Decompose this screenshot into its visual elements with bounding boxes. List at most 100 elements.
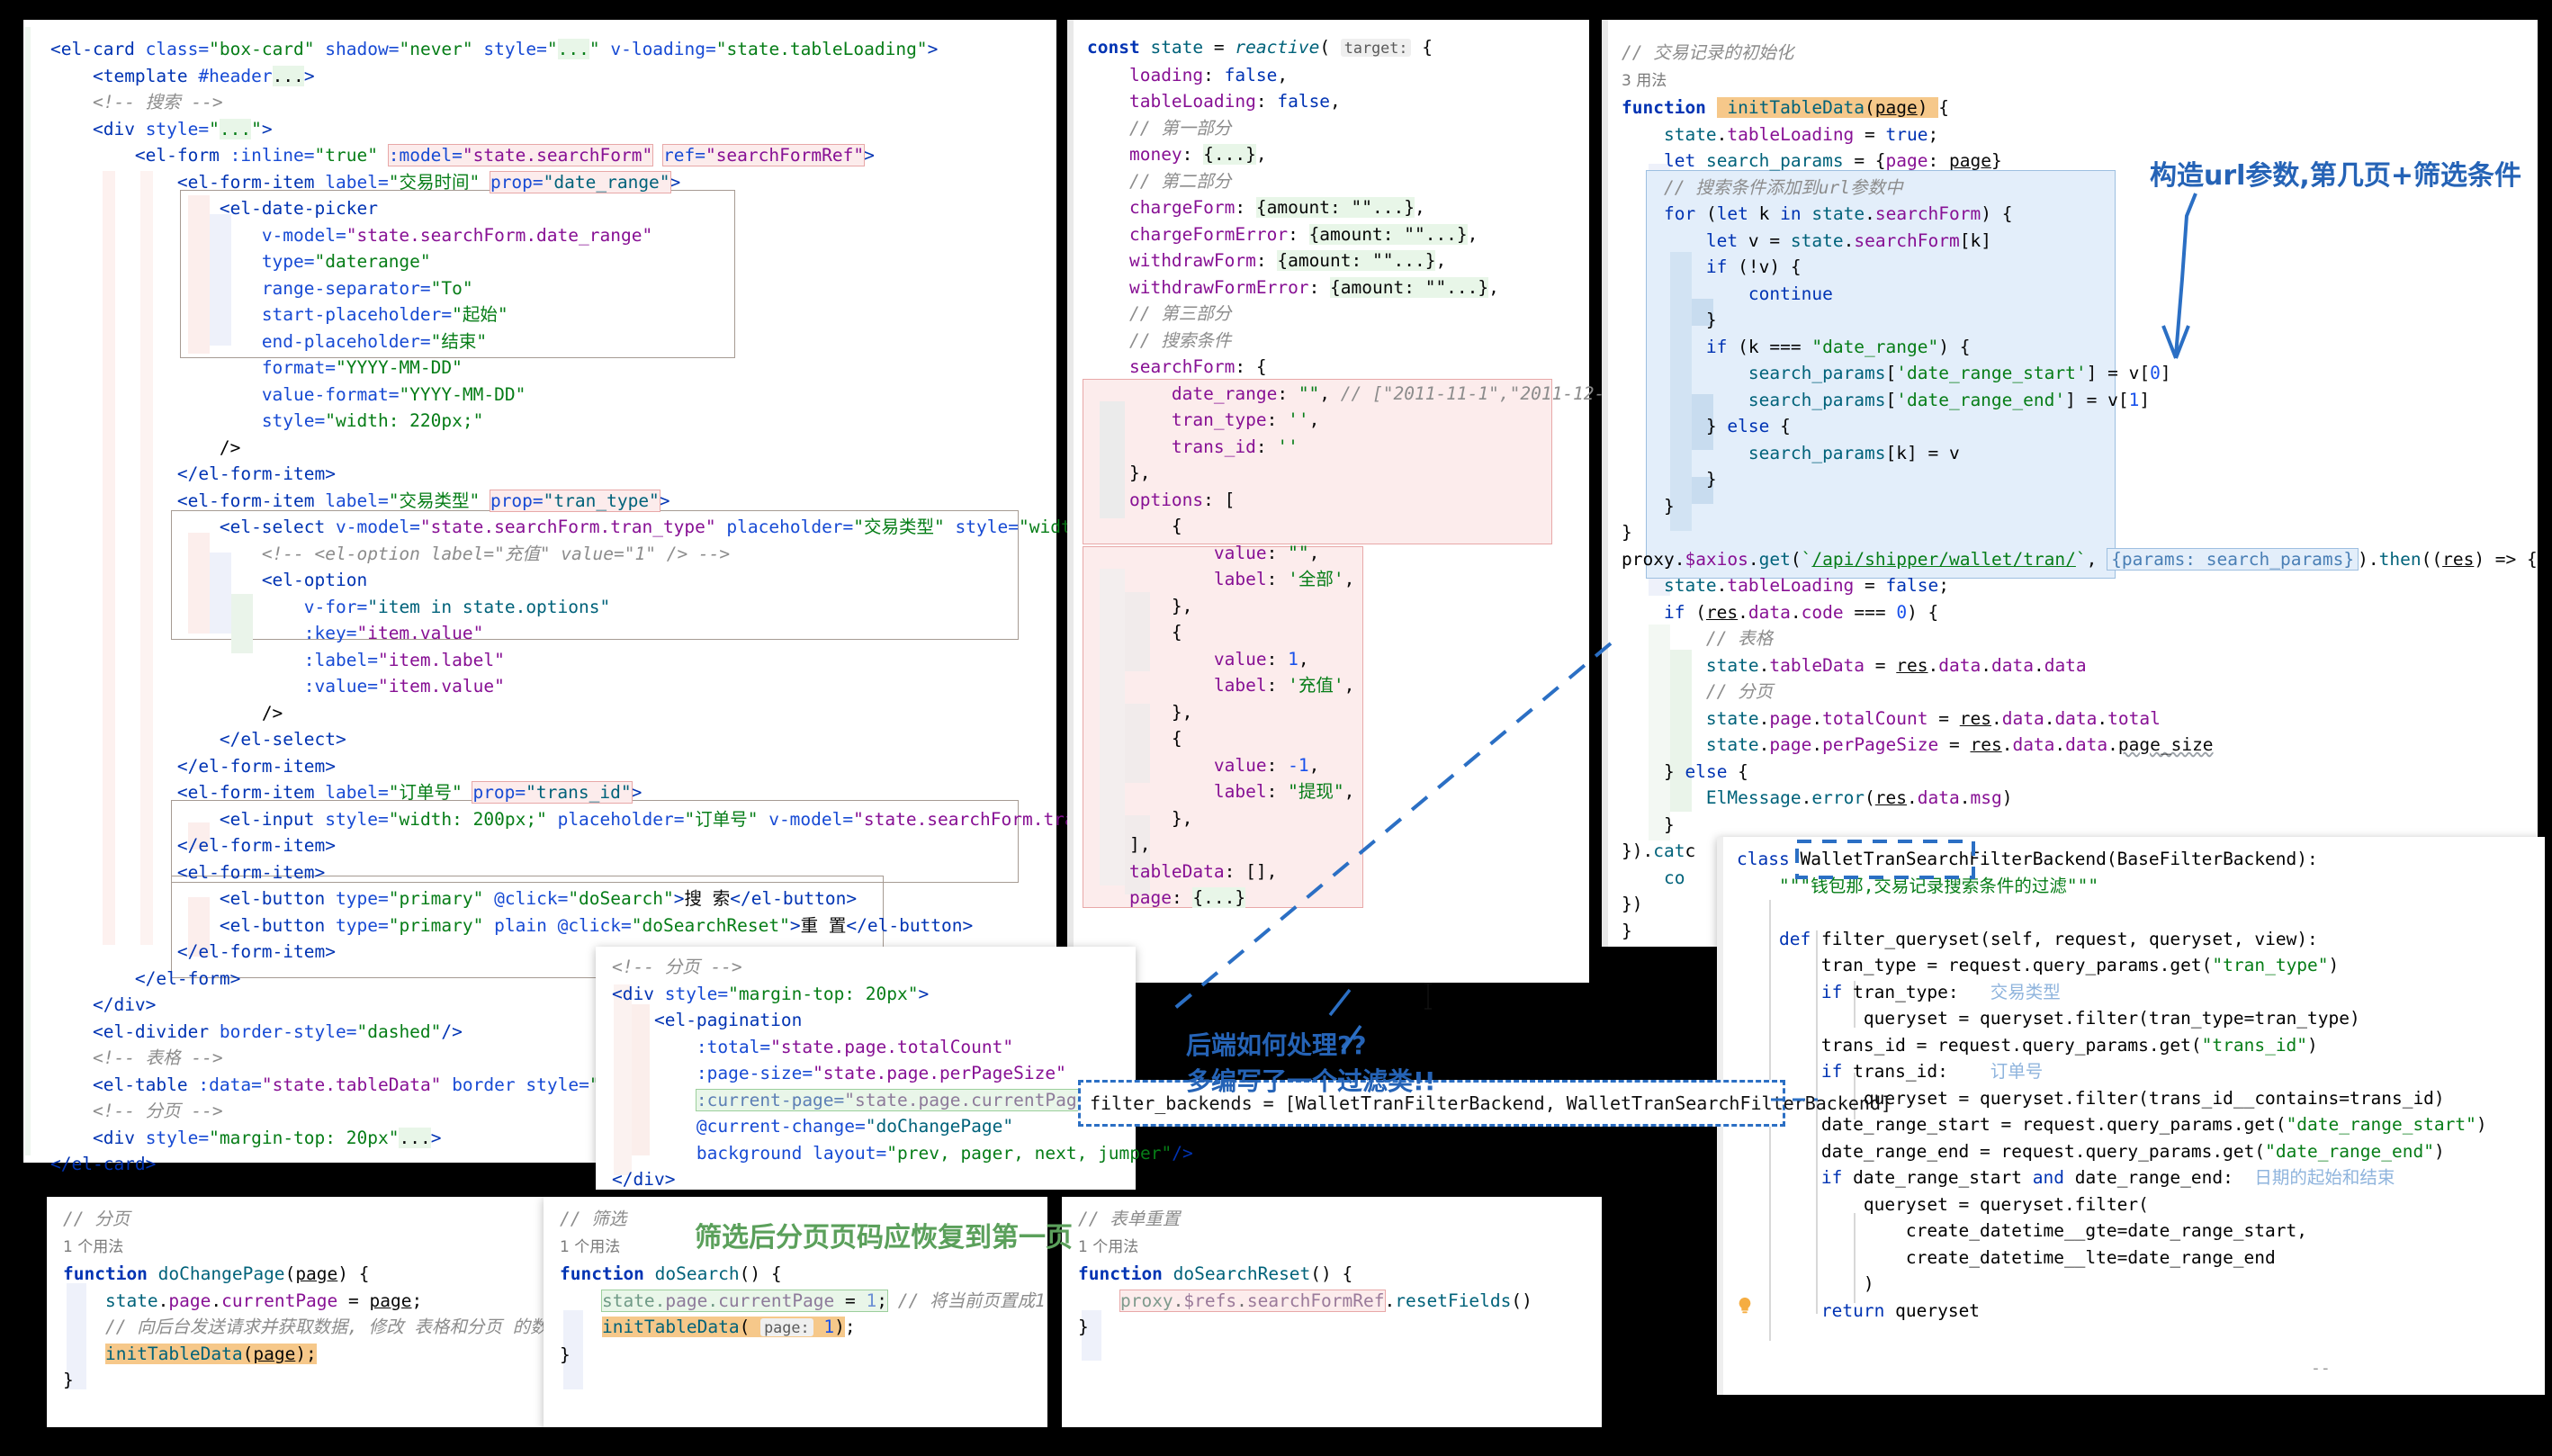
code-line: search_params['date_range_start'] = v[0] [1748, 363, 2171, 383]
code-line: }, [1172, 702, 1192, 723]
code-line: state.page.currentPage = page; [105, 1290, 422, 1311]
python-filter-backend-panel[interactable]: class WalletTranSearchFilterBackend(Base… [1717, 837, 2545, 1395]
code-line: create_datetime__gte=date_range_start, [1906, 1220, 2307, 1241]
code-line: trans_id = request.query_params.get("tra… [1821, 1035, 2318, 1056]
code-line: <el-option [262, 570, 367, 590]
do-change-page-code[interactable]: // 分页 1 个用法 function doChangePage(page) … [63, 1206, 576, 1394]
code-comment: <!-- 搜索 --> [93, 92, 223, 112]
code-docstring: """钱包那,交易记录搜索条件的过滤""" [1779, 876, 2098, 896]
code-line: if (k === "date_range") { [1706, 337, 1971, 357]
code-line: loading: false, [1129, 65, 1288, 85]
code-comment: <!-- 分页 --> [93, 1101, 223, 1121]
code-line: } [560, 1344, 571, 1365]
code-line: chargeForm: {amount: ""...}, [1129, 197, 1425, 218]
code-line: :label="item.label" [304, 650, 505, 670]
code-line: money: {...}, [1129, 144, 1267, 165]
text-cursor-icon [1424, 983, 1433, 1010]
do-search-reset-panel[interactable]: // 表单重置 1 个用法 function doSearchReset() {… [1062, 1197, 1602, 1427]
code-comment: // 分页 [63, 1209, 130, 1229]
code-line: label: "提现", [1214, 781, 1354, 802]
code-line: end-placeholder="结束" [262, 331, 487, 352]
code-line: v-for="item in state.options" [304, 597, 610, 617]
do-search-reset-code[interactable]: // 表单重置 1 个用法 function doSearchReset() {… [1078, 1206, 1532, 1341]
state-reactive-panel[interactable]: const state = reactive( target: { loadin… [1067, 20, 1589, 983]
code-line: </el-form-item> [177, 756, 336, 777]
code-comment: <!-- <el-option label="充值" value="1" /> … [262, 544, 730, 564]
code-comment: // 向后台发送请求并获取数据, 修改 表格和分页 的数据. [105, 1317, 576, 1337]
pagination-snippet-panel[interactable]: <!-- 分页 --> <div style="margin-top: 20px… [596, 947, 1136, 1190]
code-line: const state = reactive( target: { [1087, 37, 1433, 58]
code-line: value: "", [1214, 543, 1319, 563]
code-line: { [1172, 728, 1182, 749]
code-line: <el-form-item label="交易时间" prop="date_ra… [177, 172, 680, 193]
code-line: queryset = queryset.filter( [1864, 1194, 2149, 1215]
code-comment: <!-- 分页 --> [612, 957, 742, 977]
code-line: ) [1864, 1273, 1874, 1294]
code-line: function doSearchReset() { [1078, 1263, 1352, 1284]
code-line: value-format="YYYY-MM-DD" [262, 384, 526, 405]
code-line: }).catc [1622, 840, 1695, 861]
code-comment: // 第三部分 [1129, 303, 1231, 324]
init-gutter [1602, 20, 1608, 947]
code-line: <el-button type="primary" @click="doSear… [220, 888, 857, 909]
gutter-stripe [25, 27, 31, 1155]
code-line: style="width: 220px;" [262, 410, 484, 431]
code-line: ], [1129, 834, 1150, 855]
code-line: @current-change="doChangePage" [696, 1116, 1013, 1137]
code-line: } else { [1664, 761, 1748, 782]
code-line: for (let k in state.searchForm) { [1664, 203, 2013, 224]
code-line: <el-divider border-style="dashed"/> [93, 1021, 463, 1042]
code-line: function doSearch() { [560, 1263, 782, 1284]
state-code[interactable]: const state = reactive( target: { loadin… [1087, 34, 1658, 912]
code-line: <el-form-item> [177, 862, 325, 883]
code-line: }) [1622, 894, 1642, 914]
code-comment: <!-- 表格 --> [93, 1047, 223, 1068]
code-line: state.page.perPageSize = res.data.data.p… [1706, 734, 2214, 755]
code-line: format="YYYY-MM-DD" [262, 357, 463, 378]
code-line: <el-input style="width: 200px;" placehol… [220, 809, 1160, 830]
code-line: value: 1, [1214, 649, 1309, 670]
code-line: tableData: [], [1129, 861, 1277, 882]
state-gutter [1067, 20, 1074, 983]
usage-count: 1 个用法 [560, 1238, 620, 1256]
code-line: page: {...} [1129, 887, 1245, 908]
do-change-page-panel[interactable]: // 分页 1 个用法 function doChangePage(page) … [47, 1197, 551, 1427]
usage-count: 3 用法 [1622, 72, 1667, 90]
code-line: tran_type = request.query_params.get("tr… [1821, 955, 2339, 975]
ellipsis-marker: -- [2311, 1359, 2331, 1378]
code-line: def filter_queryset(self, request, query… [1779, 929, 2318, 949]
code-comment: // 表单重置 [1078, 1209, 1180, 1229]
python-filter-code[interactable]: class WalletTranSearchFilterBackend(Base… [1737, 846, 2487, 1324]
usage-count: 1 个用法 [63, 1238, 123, 1256]
code-comment: // 表格 [1706, 628, 1773, 649]
code-comment: // 第二部分 [1129, 171, 1231, 192]
code-line: :key="item.value" [304, 623, 484, 643]
code-line: </el-form> [135, 968, 240, 989]
code-line: } [63, 1370, 74, 1390]
code-line: continue [1748, 283, 1833, 304]
code-line: <el-select v-model="state.searchForm.tra… [220, 517, 1188, 537]
code-line: state.tableLoading = true; [1664, 124, 1938, 145]
code-line: :value="item.value" [304, 676, 505, 697]
code-line: proxy.$refs.searchFormRef.resetFields() [1120, 1290, 1532, 1311]
code-line: }, [1172, 808, 1192, 829]
code-line: date_range_end = request.query_params.ge… [1821, 1141, 2445, 1162]
code-line: <el-date-picker [220, 198, 378, 219]
code-line: :page-size="state.page.perPageSize" [696, 1063, 1066, 1083]
code-line: queryset = queryset.filter(tran_type=tra… [1864, 1008, 2360, 1029]
pagination-code[interactable]: <!-- 分页 --> <div style="margin-top: 20px… [612, 954, 1193, 1193]
code-line: date_range_start = request.query_params.… [1821, 1114, 2487, 1135]
code-line: </div> [93, 994, 156, 1015]
code-line: class WalletTranSearchFilterBackend(Base… [1737, 849, 2318, 869]
code-line: state.page.currentPage = 1; // 将当前页置成1 [602, 1290, 1046, 1311]
code-line: ElMessage.error(res.data.msg) [1706, 787, 2013, 808]
code-line: return queryset [1821, 1300, 1980, 1321]
annotation-backend-q1: 后端如何处理?? [1186, 1026, 1367, 1062]
code-comment: // 筛选 [560, 1209, 626, 1229]
code-line: range-separator="To" [262, 278, 473, 299]
code-line: start-placeholder="起始" [262, 304, 508, 325]
code-line: v-model="state.searchForm.date_range" [262, 225, 652, 246]
code-line: } [1622, 921, 1632, 941]
code-line: queryset = queryset.filter(trans_id__con… [1864, 1088, 2445, 1109]
code-line: if (!v) { [1706, 256, 1802, 277]
